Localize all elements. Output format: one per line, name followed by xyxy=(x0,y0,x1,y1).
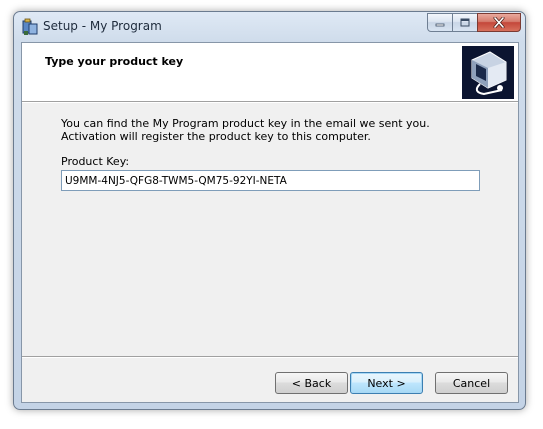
page-title: Type your product key xyxy=(45,55,184,68)
next-button[interactable]: Next > xyxy=(350,372,423,394)
window-title: Setup - My Program xyxy=(43,19,162,33)
cancel-button[interactable]: Cancel xyxy=(435,372,508,394)
setup-installer-icon[interactable] xyxy=(21,18,39,36)
footer-divider xyxy=(22,356,518,358)
minimize-button[interactable] xyxy=(427,13,453,32)
minimize-icon xyxy=(435,19,445,27)
product-key-input[interactable] xyxy=(61,170,480,191)
maximize-button[interactable] xyxy=(452,13,478,32)
installer-computer-icon xyxy=(462,46,514,99)
setup-window: Setup - My Program Type your product key… xyxy=(13,11,526,410)
close-button[interactable] xyxy=(477,13,521,32)
wizard-client-area: Type your product key You can find the M… xyxy=(21,42,519,403)
back-button[interactable]: < Back xyxy=(275,372,348,394)
product-key-label: Product Key: xyxy=(61,155,130,168)
header-divider xyxy=(22,101,518,103)
wizard-header: Type your product key xyxy=(22,43,518,101)
maximize-icon xyxy=(460,18,470,27)
caption-buttons xyxy=(427,13,521,32)
close-icon xyxy=(493,17,505,28)
instruction-text: You can find the My Program product key … xyxy=(61,117,430,143)
title-bar[interactable]: Setup - My Program xyxy=(14,12,525,42)
